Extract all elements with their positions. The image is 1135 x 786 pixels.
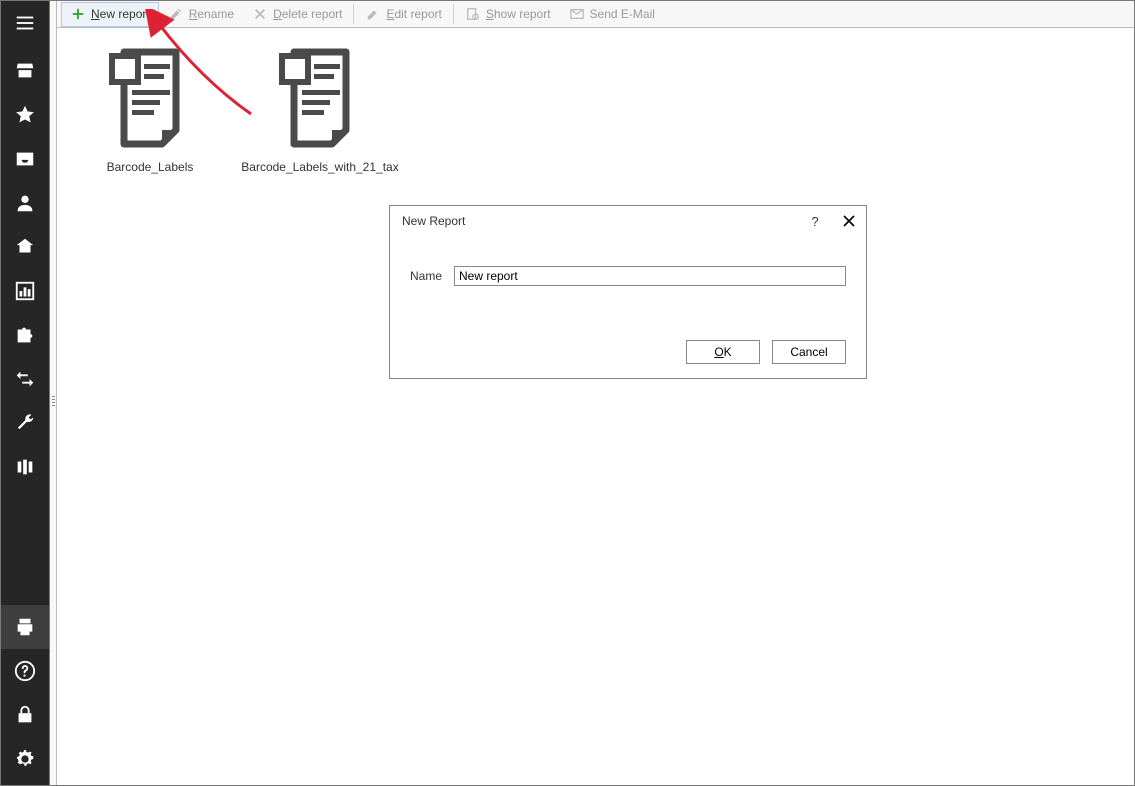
new-report-label-rest: ew report [100,7,150,21]
report-thumb-icon [274,42,366,154]
mail-icon [569,6,585,22]
new-report-dialog: New Report ? Name OK Cancel [389,205,867,379]
name-input[interactable] [454,266,846,286]
store-icon[interactable] [1,49,49,93]
delete-report-button[interactable]: Delete report [243,2,351,27]
ok-button[interactable]: OK [686,340,760,364]
dialog-titlebar[interactable]: New Report ? [390,206,866,236]
toolbar: New report Rename Delete report Edit rep… [57,1,1134,28]
report-item[interactable]: Barcode_Labels [65,42,235,174]
puzzle-icon[interactable] [1,313,49,357]
rename-button[interactable]: Rename [159,2,243,27]
sidebar [1,1,49,785]
new-report-button[interactable]: New report [61,2,159,27]
name-label: Name [410,269,454,283]
pencil-icon [168,6,184,22]
send-email-label: Send E-Mail [590,7,655,21]
report-item[interactable]: Barcode_Labels_with_21_tax [235,42,405,174]
content-area: Barcode_Labels Barcode_Labels_with_21_ta… [57,28,1134,785]
transfer-icon[interactable] [1,357,49,401]
dialog-title: New Report [402,214,465,228]
star-icon[interactable] [1,93,49,137]
plus-icon [70,6,86,22]
report-list: Barcode_Labels Barcode_Labels_with_21_ta… [57,28,1134,188]
send-email-button[interactable]: Send E-Mail [560,2,664,27]
x-icon [252,6,268,22]
gear-icon[interactable] [1,737,49,781]
dialog-help-button[interactable]: ? [798,206,832,236]
report-icon [465,6,481,22]
menu-icon[interactable] [1,1,49,45]
edit-icon [365,6,381,22]
help-icon[interactable] [1,649,49,693]
print-icon[interactable] [1,605,49,649]
vertical-splitter[interactable] [49,1,57,785]
wrench-icon[interactable] [1,401,49,445]
inbox-icon[interactable] [1,137,49,181]
report-label: Barcode_Labels_with_21_tax [241,160,398,174]
chart-icon[interactable] [1,269,49,313]
person-icon[interactable] [1,181,49,225]
report-thumb-icon [104,42,196,154]
edit-report-button[interactable]: Edit report [356,2,450,27]
cancel-button[interactable]: Cancel [772,340,846,364]
show-report-button[interactable]: Show report [456,2,560,27]
close-icon[interactable] [832,206,866,236]
home-icon[interactable] [1,225,49,269]
report-label: Barcode_Labels [107,160,194,174]
lock-icon[interactable] [1,693,49,737]
columns-icon[interactable] [1,445,49,489]
